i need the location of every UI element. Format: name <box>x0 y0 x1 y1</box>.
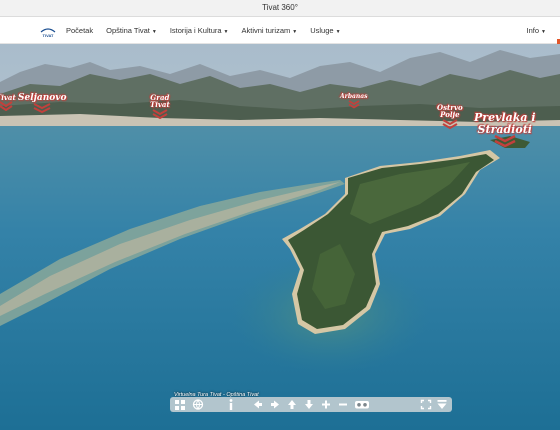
caret-down-icon: ▼ <box>335 28 341 35</box>
hotspot-label-line2: Tivat <box>150 100 170 110</box>
vr-icon[interactable] <box>354 398 370 411</box>
zoom-in-icon[interactable] <box>320 398 332 411</box>
hotspot-arbanas[interactable]: Arbanas <box>340 93 368 109</box>
hotspot-label: Seljanovo <box>18 93 67 103</box>
nav-item-opstina-tivat[interactable]: Opština Tivat ▼ <box>106 26 157 35</box>
chevron-down-icon <box>442 118 458 129</box>
hotspot-tivat[interactable]: Tivat <box>0 93 16 112</box>
nav-label: Istorija i Kultura <box>169 25 222 35</box>
nav-label: Opština Tivat <box>106 25 150 35</box>
nav-label: Početak <box>66 25 94 35</box>
chevron-down-icon <box>152 108 168 119</box>
tivat-logo[interactable]: TIVAT <box>40 25 56 38</box>
arrow-down-icon[interactable] <box>303 398 315 411</box>
caret-down-icon: ▼ <box>292 28 298 35</box>
hotspot-seljanovo[interactable]: Seljanovo <box>18 93 67 114</box>
thumbnails-icon[interactable] <box>174 398 186 411</box>
panorama-image[interactable] <box>0 44 560 430</box>
svg-text:TIVAT: TIVAT <box>43 33 55 38</box>
nav-label: Usluge <box>310 25 334 35</box>
hotspot-label-line2: Polje <box>440 110 460 120</box>
chevron-down-icon <box>0 101 13 112</box>
hotspot-grad-tivat[interactable]: Grad Tivat <box>150 94 170 119</box>
panorama-viewer[interactable]: Tivat Seljanovo Grad Tivat Arbanas Ostrv… <box>0 44 560 430</box>
hotspot-label-line2: Stradioti <box>477 122 532 136</box>
arrow-up-icon[interactable] <box>286 398 298 411</box>
nav-item-istorija-i-kultura[interactable]: Istorija i Kultura ▼ <box>170 26 229 35</box>
nav-item-pocetak[interactable]: Početak <box>66 26 93 35</box>
caret-down-icon: ▼ <box>151 28 157 35</box>
nav-label: Info <box>526 25 540 35</box>
nav-item-info[interactable]: Info ▼ <box>527 26 546 35</box>
navbar: TIVAT Početak Opština Tivat ▼ Istorija i … <box>0 17 560 53</box>
nav-label: Aktivni turizam <box>241 25 291 35</box>
caret-down-icon: ▼ <box>223 28 229 35</box>
arrow-right-icon[interactable] <box>269 398 281 411</box>
chevron-down-icon <box>494 135 516 148</box>
hotspot-prevlaka-i-stradioti[interactable]: Prevlaka i Stradioti <box>474 112 536 148</box>
chevron-down-icon <box>33 103 51 114</box>
hotspot-label: Arbanas <box>340 93 368 100</box>
nav-item-aktivni-turizam[interactable]: Aktivni turizam ▼ <box>241 26 297 35</box>
hotspot-label: Tivat <box>0 93 16 102</box>
arrow-left-icon[interactable] <box>252 398 264 411</box>
zoom-out-icon[interactable] <box>337 398 349 411</box>
globe-icon[interactable] <box>192 398 204 411</box>
tour-toolbar <box>170 397 452 412</box>
hide-menu-icon[interactable] <box>436 398 448 411</box>
chevron-down-icon <box>348 100 360 109</box>
caret-down-icon: ▼ <box>541 28 546 35</box>
fullscreen-icon[interactable] <box>420 398 432 411</box>
info-icon[interactable] <box>226 398 236 411</box>
hotspot-ostrvo-polje[interactable]: Ostrvo Polje <box>437 104 463 129</box>
window-title: Tivat 360° <box>0 0 560 17</box>
nav-item-usluge[interactable]: Usluge ▼ <box>310 26 340 35</box>
